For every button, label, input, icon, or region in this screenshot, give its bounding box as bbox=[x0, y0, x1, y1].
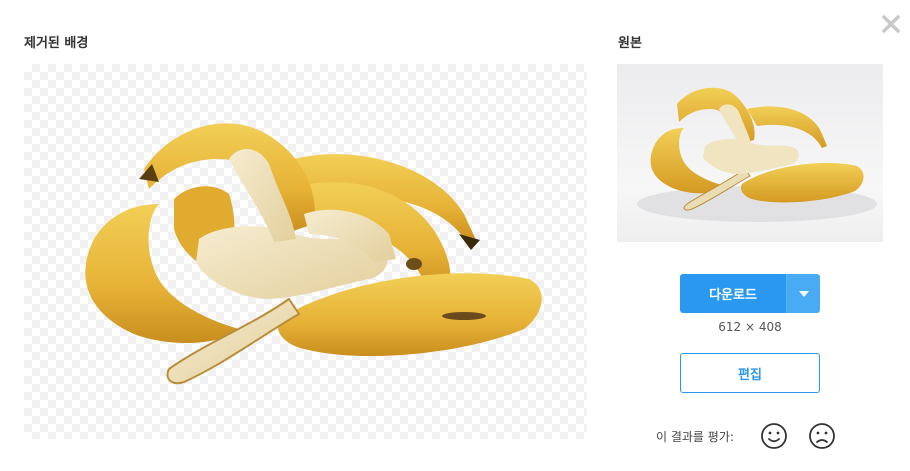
frown-icon[interactable] bbox=[807, 421, 837, 451]
chevron-down-icon bbox=[798, 290, 809, 297]
removed-background-title: 제거된 배경 bbox=[24, 36, 89, 51]
close-icon[interactable] bbox=[879, 12, 903, 36]
original-title: 원본 bbox=[618, 36, 642, 51]
edit-button[interactable]: 편집 bbox=[680, 353, 820, 393]
rating-label: 이 결과를 평가: bbox=[656, 430, 734, 444]
smile-icon[interactable] bbox=[759, 421, 789, 451]
original-image bbox=[617, 64, 883, 242]
download-button-group: 다운로드 bbox=[680, 274, 820, 313]
background-removed-image bbox=[24, 64, 587, 439]
download-options-button[interactable] bbox=[786, 274, 820, 313]
download-button[interactable]: 다운로드 bbox=[680, 274, 786, 313]
image-dimensions: 612 × 408 bbox=[718, 320, 782, 334]
